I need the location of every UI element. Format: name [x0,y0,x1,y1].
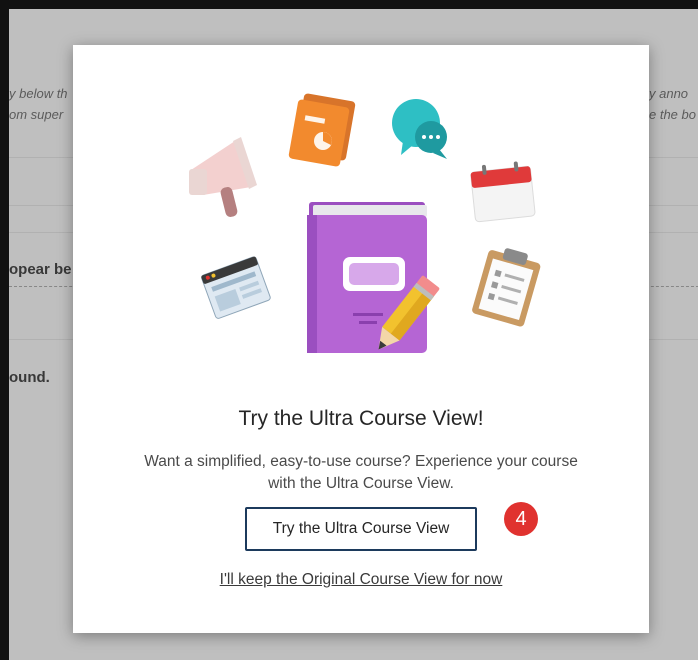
dialog-description: Want a simplified, easy-to-use course? E… [144,453,578,492]
book-icon [307,202,427,353]
dialog-title: Try the Ultra Course View! [238,407,484,430]
chat-bubbles-icon [392,99,447,159]
screenshot-frame: y below th om super y anno e the bo opea… [0,0,698,660]
document-icon [288,93,356,167]
browser-window-icon [201,256,271,319]
step-number-badge: 4 [504,502,538,536]
keep-original-course-view-link[interactable]: I'll keep the Original Course View for n… [73,571,649,589]
illustration [189,93,541,353]
megaphone-icon [189,137,257,217]
try-ultra-course-view-button[interactable]: Try the Ultra Course View [245,507,477,551]
ultra-course-view-dialog: Try the Ultra Course View! Want a simpli… [73,45,649,633]
clipboard-icon [472,248,541,327]
calendar-icon [470,161,536,223]
